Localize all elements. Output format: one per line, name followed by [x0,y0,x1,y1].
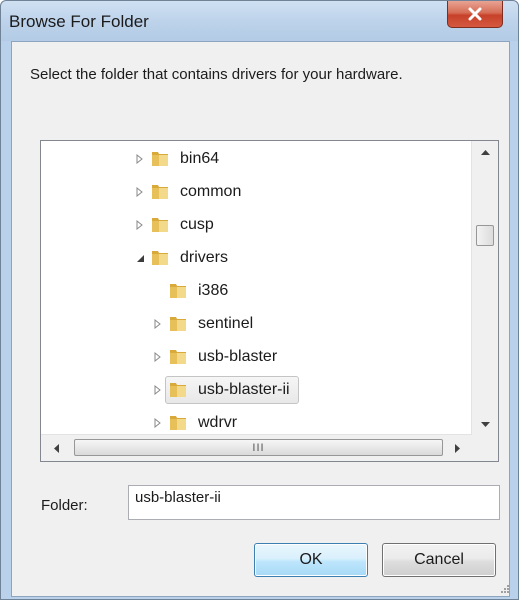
folder-icon [150,248,170,268]
right-arrow-icon [455,443,460,453]
tree-item-label: cusp [180,216,214,233]
tree-item-content: drivers [147,244,237,272]
scroll-up-button[interactable] [472,141,498,163]
scroll-grip: III [252,441,265,454]
tree-item-content: bin64 [147,145,228,173]
tree-item-common[interactable]: common [133,177,250,207]
expand-arrow-icon[interactable] [151,350,165,364]
tree-item-sentinel[interactable]: sentinel [151,309,262,339]
dialog-description: Select the folder that contains drivers … [30,66,403,83]
tree-item-drivers[interactable]: drivers [133,243,237,273]
folder-icon [168,281,188,301]
close-icon [468,7,482,21]
tree-item-label: i386 [198,282,229,299]
tree-item-content: usb-blaster-ii [165,376,299,404]
close-button[interactable] [447,1,503,28]
expand-arrow-icon[interactable] [133,185,147,199]
tree-item-content: usb-blaster [165,343,286,371]
folder-icon [150,149,170,169]
title-bar[interactable]: Browse For Folder [1,1,518,41]
tree-item-content: cusp [147,211,223,239]
folder-icon [168,413,188,433]
ok-button[interactable]: OK [254,543,368,577]
tree-item-content: common [147,178,250,206]
tree-item-label: common [180,183,242,200]
tree-item-usb-blaster-ii[interactable]: usb-blaster-ii [151,375,299,405]
expand-arrow-icon[interactable] [151,383,165,397]
horizontal-scroll-thumb[interactable]: III [74,439,443,456]
resize-grip-icon[interactable] [498,582,510,594]
folder-icon [168,314,188,334]
horizontal-scrollbar[interactable]: III [41,434,472,461]
tree-item-label: wdrvr [198,414,238,431]
left-arrow-icon [54,443,59,453]
folder-field[interactable] [128,485,500,520]
folder-icon [150,215,170,235]
tree-item-usb-blaster[interactable]: usb-blaster [151,342,286,372]
scrollbar-corner [472,435,498,461]
vertical-scrollbar[interactable] [471,141,498,436]
tree-item-label: bin64 [180,150,220,167]
tree-item-label: usb-blaster [198,348,278,365]
window-title: Browse For Folder [9,12,149,31]
expand-arrow-icon[interactable] [151,317,165,331]
folder-icon [168,347,188,367]
scroll-down-button[interactable] [472,414,498,436]
tree-item-bin64[interactable]: bin64 [133,144,228,174]
folder-tree[interactable]: bin64 common cusp drivers i386 sentinel usb-bl… [40,140,499,462]
expand-arrow-icon[interactable] [133,218,147,232]
collapse-arrow-icon[interactable] [133,251,147,265]
vertical-scroll-thumb[interactable] [476,225,494,246]
expand-arrow-icon[interactable] [151,416,165,430]
tree-item-label: drivers [180,249,229,266]
tree-item-content: wdrvr [165,409,246,437]
tree-item-content: i386 [165,277,237,305]
folder-label: Folder: [41,497,88,514]
tree-item-label: sentinel [198,315,254,332]
tree-item-cusp[interactable]: cusp [133,210,223,240]
scroll-left-button[interactable] [45,435,67,461]
cancel-button[interactable]: Cancel [382,543,496,577]
tree-item-i386[interactable]: i386 [151,276,237,306]
expand-arrow-icon[interactable] [133,152,147,166]
down-arrow-icon [480,422,490,427]
folder-icon [168,380,188,400]
tree-item-content: sentinel [165,310,262,338]
scroll-right-button[interactable] [447,435,469,461]
up-arrow-icon [480,150,490,155]
folder-icon [150,182,170,202]
tree-item-label: usb-blaster-ii [198,381,290,398]
